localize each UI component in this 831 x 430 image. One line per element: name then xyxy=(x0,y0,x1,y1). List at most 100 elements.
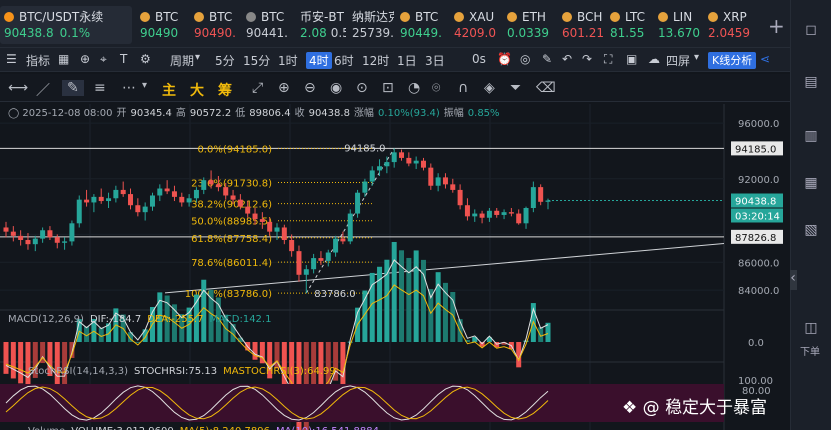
refresh-interval[interactable]: 0s xyxy=(472,52,486,66)
symbol-tab[interactable]: ETH 0.0339 xyxy=(503,6,555,44)
coin-icon xyxy=(658,12,668,22)
symbol-tab[interactable]: BTC 90441. xyxy=(242,6,294,44)
camera-icon[interactable]: ◎ xyxy=(520,52,530,66)
settings-icon[interactable]: ⚙ xyxy=(140,52,151,66)
orderbook-icon[interactable]: ▤ xyxy=(801,74,821,94)
big-order-button[interactable]: 大 xyxy=(190,80,204,100)
candle-body xyxy=(186,198,192,203)
tab-symbol-text: XRP xyxy=(723,10,747,24)
favorite-icon[interactable]: ◻ xyxy=(801,22,821,42)
zoom-out-icon[interactable]: ⊖ xyxy=(304,80,316,96)
place-order-label[interactable]: 下单 xyxy=(800,343,820,358)
symbol-tab[interactable]: 币安-BT 2.08 0.5 xyxy=(296,6,346,44)
lock-icon[interactable]: ⊡ xyxy=(382,80,394,96)
symbol-tab[interactable]: BTC 90490. xyxy=(190,6,240,44)
candle-body xyxy=(281,227,287,240)
period-option[interactable]: 6时 xyxy=(334,52,354,69)
period-option[interactable]: 1时 xyxy=(278,52,298,69)
price-tag-high: 94185.0 xyxy=(735,144,776,155)
candle-body xyxy=(179,196,185,203)
period-option[interactable]: 1日 xyxy=(397,52,417,69)
trades-icon[interactable]: ▥ xyxy=(801,128,821,148)
candle-body xyxy=(296,251,302,275)
stoch-field: STOCHRSI:75.13 xyxy=(134,366,217,377)
ruler-icon[interactable]: ⤢ xyxy=(252,80,263,96)
symbol-tab[interactable]: XRP 2.0459 xyxy=(704,6,760,44)
crosshair-icon[interactable]: ⌖ xyxy=(100,52,107,67)
tab-price: 2.0459 xyxy=(708,25,756,41)
add-tab-icon[interactable]: + xyxy=(768,14,785,38)
horizontal-line-icon[interactable]: ⟷ xyxy=(8,80,28,96)
symbol-tab[interactable]: LTC 81.55 xyxy=(606,6,652,44)
layout-select[interactable]: 四屏 xyxy=(666,52,690,69)
candle-body xyxy=(508,212,514,214)
layout-icon[interactable]: ☰ xyxy=(6,52,17,66)
sidebar-collapse-handle[interactable]: ‹ xyxy=(789,270,797,290)
tab-price-value: 4209.0 xyxy=(454,26,496,40)
kline-analysis-button[interactable]: K线分析 xyxy=(708,52,757,69)
info-icon[interactable]: ▧ xyxy=(801,222,821,242)
chart-canvas[interactable]: 96000.092000.088000.086000.084000.00.0%(… xyxy=(0,104,790,430)
symbol-tab[interactable]: BTC/USDT永续 90438.8 0.1% xyxy=(0,6,132,44)
share-icon[interactable]: ⋖ xyxy=(760,52,770,66)
period-chevron-icon[interactable]: ▾ xyxy=(195,52,200,63)
zoom-in-icon[interactable]: ⊕ xyxy=(278,80,290,96)
candle-body xyxy=(98,196,104,202)
eye-icon[interactable]: ◔ xyxy=(408,80,420,96)
chip-button[interactable]: 筹 xyxy=(218,80,232,100)
redo-icon[interactable]: ↷ xyxy=(582,52,592,66)
candle-body xyxy=(318,258,324,261)
period-option[interactable]: 3日 xyxy=(425,52,445,69)
fib-level-label: 61.8%(87758.4) xyxy=(191,234,272,245)
period-option[interactable]: 4时 xyxy=(306,52,332,69)
tab-price: 90490. xyxy=(194,25,236,41)
symbol-tabs: BTC/USDT永续 90438.8 0.1% BTC 90490 BTC 90490. BT… xyxy=(0,0,790,48)
channel-icon[interactable]: ≡ xyxy=(94,80,106,96)
more-chevron-icon[interactable]: ▾ xyxy=(142,80,147,91)
compare-icon[interactable]: ⊕ xyxy=(80,52,90,66)
chart-type-icon[interactable]: ▦ xyxy=(58,52,69,66)
tab-symbol: 纳斯达克 xyxy=(352,9,394,25)
target-icon[interactable]: ⊙ xyxy=(356,80,368,96)
compass-icon[interactable]: ⌾ xyxy=(432,80,440,96)
period-option[interactable]: 15分 xyxy=(243,52,270,69)
trash-icon[interactable]: ⌫ xyxy=(536,80,556,96)
symbol-tab[interactable]: BTC 90449. xyxy=(396,6,448,44)
period-option[interactable]: 12时 xyxy=(362,52,389,69)
layout-chevron-icon[interactable]: ▾ xyxy=(694,52,699,63)
fullscreen-icon[interactable]: ⛶ xyxy=(604,52,612,67)
cloud-icon[interactable]: ☁ xyxy=(648,52,660,66)
undo-icon[interactable]: ↶ xyxy=(562,52,572,66)
snapshot-icon[interactable]: ▣ xyxy=(626,52,637,66)
candle-body xyxy=(538,187,544,202)
text-tool-icon[interactable]: T xyxy=(120,52,127,66)
symbol-tab[interactable]: 纳斯达克 25739.0 xyxy=(348,6,394,44)
visibility-icon[interactable]: ◉ xyxy=(330,80,342,96)
more-icon[interactable]: ⋯ xyxy=(122,80,136,96)
pen-icon[interactable]: ✎ xyxy=(62,80,84,96)
period-option[interactable]: 5分 xyxy=(215,52,235,69)
symbol-tab[interactable]: LIN 13.670 xyxy=(654,6,702,44)
period-label[interactable]: 周期 xyxy=(170,52,194,69)
macd-field: MACD(12,26,9) xyxy=(8,314,84,325)
trend-line-icon[interactable]: ／ xyxy=(36,80,50,100)
magnet-icon[interactable]: ∩ xyxy=(458,80,468,96)
symbol-tab[interactable]: BCH 601.21 xyxy=(558,6,604,44)
tab-symbol-text: 币安-BT xyxy=(300,10,344,24)
depth-icon[interactable]: ▦ xyxy=(801,175,821,195)
place-order-icon[interactable]: ◫ xyxy=(801,320,821,340)
symbol-tab[interactable]: BTC 90490 xyxy=(136,6,186,44)
stoch-field: StochRSI(14,14,3,3) xyxy=(28,366,128,377)
filter-icon[interactable]: ⏷ xyxy=(510,80,521,96)
candle-body xyxy=(355,192,361,214)
alarm-icon[interactable]: ⏰ xyxy=(497,52,512,66)
ohlc-field: 90572.2 xyxy=(190,108,231,119)
symbol-tab[interactable]: XAU 4209.0 xyxy=(450,6,502,44)
main-chart-button[interactable]: 主 xyxy=(162,80,176,100)
indicator-button[interactable]: 指标 xyxy=(26,52,50,69)
tab-symbol: BTC xyxy=(400,9,444,25)
edit-icon[interactable]: ✎ xyxy=(542,52,552,66)
tab-symbol-text: BTC xyxy=(261,10,285,24)
layers-icon[interactable]: ◈ xyxy=(484,80,495,96)
candle-body xyxy=(193,189,199,199)
